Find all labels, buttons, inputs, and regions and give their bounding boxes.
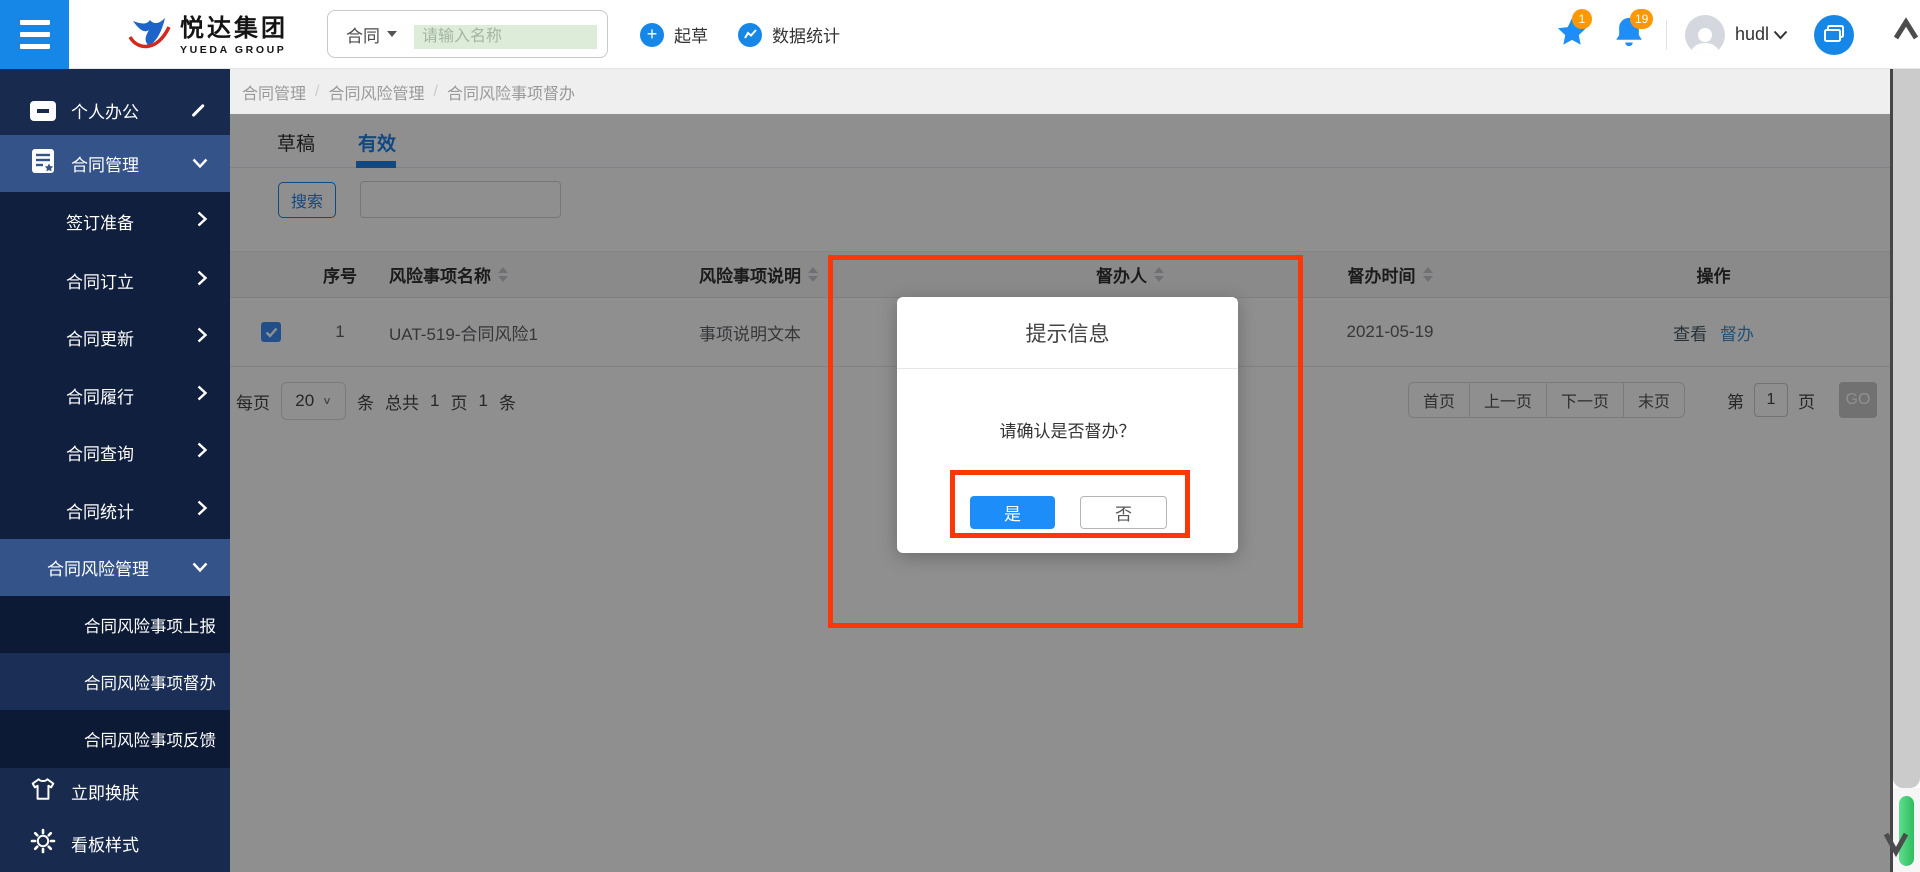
scroll-up-arrow-icon[interactable]: [1893, 14, 1919, 48]
gear-icon: [30, 828, 56, 859]
sidebar-item-contract-risk-management[interactable]: 合同风险管理: [0, 539, 230, 596]
sidebar-item-risk-report[interactable]: 合同风险事项上报: [0, 596, 230, 653]
sidebar-item-contract-management[interactable]: 合同管理: [0, 135, 230, 192]
sidebar-item-kanban-style[interactable]: 看板样式: [0, 814, 230, 872]
logo-subtitle: YUEDA GROUP: [180, 45, 288, 56]
contract-doc-icon: [30, 148, 56, 179]
favorites-star-icon[interactable]: 1: [1556, 16, 1588, 53]
navbar-right-cluster: 1 19 hudl: [1556, 0, 1854, 69]
chevron-right-icon: [197, 500, 208, 521]
dialog-title: 提示信息: [897, 297, 1238, 369]
favorites-badge: 1: [1572, 9, 1592, 29]
top-navbar: 悦达集团 YUEDA GROUP 合同 + 起草 数据统计 1 19: [0, 0, 1920, 69]
layers-app-button[interactable]: [1814, 15, 1854, 55]
logo-swoosh-icon: [126, 11, 172, 62]
edit-pencil-icon: [191, 104, 204, 117]
chevron-right-icon: [197, 385, 208, 406]
confirm-dialog: 提示信息 请确认是否督办？ 是 否: [897, 297, 1238, 553]
panel-right-border: [1890, 69, 1893, 872]
global-search-group: 合同: [327, 10, 608, 58]
notifications-bell-icon[interactable]: 19: [1614, 16, 1644, 53]
scrollbar-track[interactable]: [1893, 69, 1920, 788]
sidebar-item-contract-renewal[interactable]: 合同更新: [0, 309, 230, 366]
sidebar-item-contract-performance[interactable]: 合同履行: [0, 366, 230, 424]
global-search-input[interactable]: [414, 25, 597, 49]
chevron-right-icon: [197, 270, 208, 291]
plus-circle-icon: +: [640, 23, 664, 47]
company-logo: 悦达集团 YUEDA GROUP: [126, 11, 288, 62]
chevron-down-icon: [192, 558, 208, 578]
chevron-right-icon: [197, 327, 208, 348]
hamburger-menu-icon[interactable]: [0, 0, 69, 69]
chevron-right-icon: [197, 211, 208, 232]
user-avatar[interactable]: [1685, 15, 1725, 55]
chevron-right-icon: [197, 442, 208, 463]
sidebar-item-change-skin[interactable]: 立即换肤: [0, 768, 230, 814]
sidebar-item-contract-conclusion[interactable]: 合同订立: [0, 251, 230, 309]
sidebar-item-contract-statistics[interactable]: 合同统计: [0, 481, 230, 539]
chevron-down-icon: [1773, 30, 1788, 40]
search-category-dropdown[interactable]: 合同: [346, 22, 397, 47]
confirm-no-button[interactable]: 否: [1080, 496, 1167, 529]
sidebar-nav: 个人办公 合同管理 签订准备 合同订立 合同更新 合同履行: [0, 69, 230, 872]
confirm-yes-button[interactable]: 是: [970, 496, 1055, 529]
sidebar-item-contract-query[interactable]: 合同查询: [0, 424, 230, 481]
chevron-down-icon: [192, 154, 208, 174]
scroll-down-arrow-icon[interactable]: [1882, 826, 1910, 860]
dropdown-caret-icon: [387, 31, 397, 37]
notifications-badge: 19: [1630, 9, 1653, 29]
desktop-icon: [30, 101, 56, 121]
vertical-divider: [1666, 20, 1667, 50]
sidebar-item-signing-preparation[interactable]: 签订准备: [0, 192, 230, 251]
breadcrumb-item-current: 合同风险事项督办: [447, 80, 575, 104]
logo-title: 悦达集团: [180, 17, 288, 41]
username-dropdown[interactable]: hudl: [1735, 24, 1788, 45]
data-statistics-button[interactable]: 数据统计: [738, 0, 840, 69]
sidebar-item-personal-office[interactable]: 个人办公: [0, 86, 230, 135]
dialog-message: 请确认是否督办？: [897, 417, 1238, 442]
sidebar-item-risk-supervise[interactable]: 合同风险事项督办: [0, 653, 230, 710]
tshirt-icon: [30, 777, 56, 806]
sidebar-item-risk-feedback[interactable]: 合同风险事项反馈: [0, 710, 230, 768]
chart-circle-icon: [738, 23, 762, 47]
breadcrumb: 合同管理 / 合同风险管理 / 合同风险事项督办: [230, 69, 1892, 114]
breadcrumb-item[interactable]: 合同风险管理: [328, 80, 424, 104]
breadcrumb-item[interactable]: 合同管理: [242, 80, 306, 104]
draft-button[interactable]: + 起草: [640, 0, 708, 69]
